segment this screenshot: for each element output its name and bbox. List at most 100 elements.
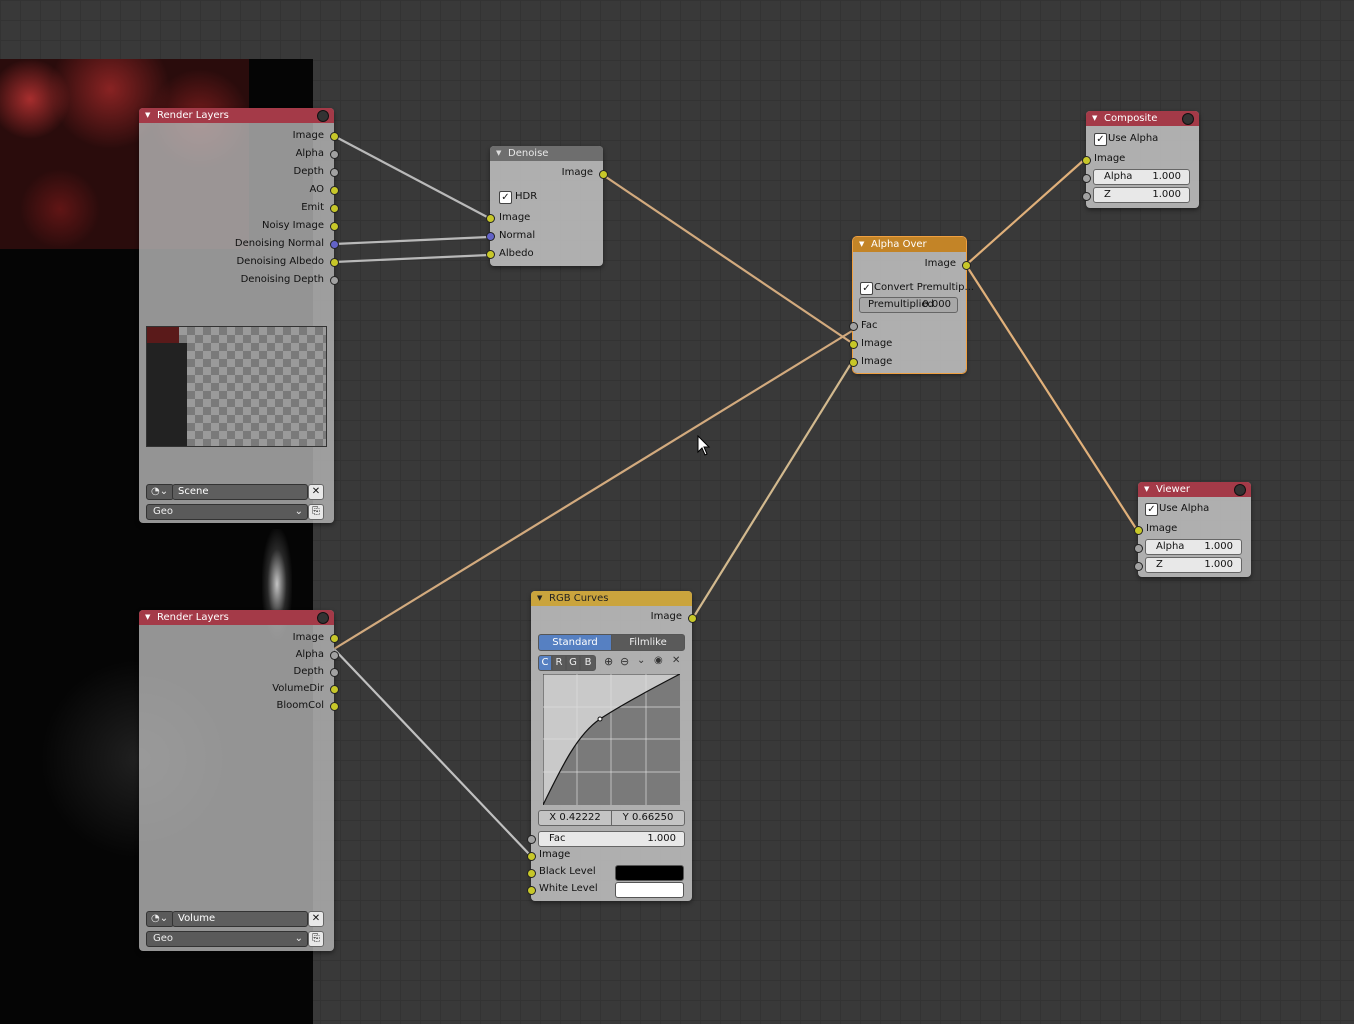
socket-input-image[interactable] xyxy=(1134,526,1143,535)
copy-layer-icon[interactable]: ⎘ xyxy=(308,931,324,947)
composite-node[interactable]: ▼ Composite ✓ Use Alpha Image Alpha 1.00… xyxy=(1082,111,1199,208)
socket-input-normal[interactable] xyxy=(486,232,495,241)
tab-filmlike[interactable]: Filmlike xyxy=(611,634,685,651)
render-icon[interactable] xyxy=(1182,113,1194,125)
channel-g-button[interactable]: G xyxy=(566,655,580,671)
black-level-swatch[interactable] xyxy=(615,865,684,881)
socket-denoising-depth[interactable] xyxy=(330,276,339,285)
collapse-icon[interactable]: ▼ xyxy=(145,610,150,625)
z-value: 1.000 xyxy=(1152,189,1181,200)
curve-editor[interactable] xyxy=(543,674,680,805)
clip-icon[interactable]: ◉ xyxy=(654,655,663,666)
socket-depth[interactable] xyxy=(330,168,339,177)
socket-input-fac[interactable] xyxy=(849,322,858,331)
z-field[interactable]: Z 1.000 xyxy=(1145,557,1242,573)
collapse-icon[interactable]: ▼ xyxy=(537,591,542,606)
render-layers-node-2[interactable]: ▼ Render Layers Image Alpha Depth Volume… xyxy=(139,610,339,951)
scene-browse-icon[interactable]: ◔⌄ xyxy=(146,484,174,500)
socket-white-level[interactable] xyxy=(527,886,536,895)
socket-output-image[interactable] xyxy=(688,614,697,623)
socket-output-image[interactable] xyxy=(599,170,608,179)
collapse-icon[interactable]: ▼ xyxy=(496,146,501,161)
render-icon[interactable] xyxy=(317,612,329,624)
fac-field[interactable]: Fac 1.000 xyxy=(538,831,685,847)
hdr-checkbox[interactable]: ✓ xyxy=(499,191,512,204)
collapse-icon[interactable]: ▼ xyxy=(145,108,150,123)
curve-y-field[interactable]: Y 0.66250 xyxy=(611,810,685,826)
channel-r-button[interactable]: R xyxy=(552,655,566,671)
denoise-node[interactable]: ▼ Denoise Image ✓ HDR Image Normal Albed… xyxy=(486,146,608,266)
collapse-icon[interactable]: ▼ xyxy=(1092,111,1097,126)
socket-input-image[interactable] xyxy=(486,214,495,223)
node-header[interactable]: ▼ Alpha Over xyxy=(853,237,966,252)
output-alpha-label: Alpha xyxy=(295,649,324,660)
socket-alpha[interactable] xyxy=(330,150,339,159)
curve-point[interactable] xyxy=(597,716,603,722)
copy-layer-icon[interactable]: ⎘ xyxy=(308,504,324,520)
chevron-down-icon[interactable]: ⌄ xyxy=(637,655,645,666)
socket-depth[interactable] xyxy=(330,668,339,677)
render-layers-node-1[interactable]: ▼ Render Layers Image Alpha Depth AO Emi… xyxy=(139,108,339,523)
channel-b-button[interactable]: B xyxy=(580,655,596,671)
socket-volumedir[interactable] xyxy=(330,685,339,694)
socket-input-image-1[interactable] xyxy=(849,340,858,349)
clear-scene-icon[interactable]: ✕ xyxy=(308,484,324,500)
render-icon[interactable] xyxy=(1234,484,1246,496)
use-alpha-checkbox[interactable]: ✓ xyxy=(1145,503,1158,516)
socket-bloomcol[interactable] xyxy=(330,702,339,711)
layer-select[interactable]: Geo ⌄ xyxy=(146,504,308,520)
node-header[interactable]: ▼ Denoise xyxy=(490,146,603,161)
socket-black-level[interactable] xyxy=(527,869,536,878)
preview-thumbnail xyxy=(146,326,327,447)
close-icon[interactable]: ✕ xyxy=(672,655,680,666)
socket-emit[interactable] xyxy=(330,204,339,213)
socket-input-image[interactable] xyxy=(527,852,536,861)
alpha-over-node[interactable]: ▼ Alpha Over Image ✓ Convert Premultip..… xyxy=(849,236,974,374)
scene-browse-icon[interactable]: ◔⌄ xyxy=(146,911,174,927)
curve-x-field[interactable]: X 0.42222 xyxy=(538,810,612,826)
socket-denoising-albedo[interactable] xyxy=(330,258,339,267)
node-header[interactable]: ▼ Viewer xyxy=(1138,482,1251,497)
node-header[interactable]: ▼ Composite xyxy=(1086,111,1199,126)
socket-input-alpha[interactable] xyxy=(1082,174,1091,183)
input-fac-label: Fac xyxy=(861,320,878,331)
socket-denoising-normal[interactable] xyxy=(330,240,339,249)
socket-input-alpha[interactable] xyxy=(1134,544,1143,553)
tab-standard[interactable]: Standard xyxy=(538,634,612,651)
premultiplied-field[interactable]: Premultiplied 0.000 xyxy=(859,297,958,313)
node-header[interactable]: ▼ RGB Curves xyxy=(531,591,692,606)
layer-select[interactable]: Geo ⌄ xyxy=(146,931,308,947)
use-alpha-checkbox[interactable]: ✓ xyxy=(1094,133,1107,146)
viewer-node[interactable]: ▼ Viewer ✓ Use Alpha Image Alpha 1.000 Z… xyxy=(1134,482,1251,577)
clear-scene-icon[interactable]: ✕ xyxy=(308,911,324,927)
alpha-field[interactable]: Alpha 1.000 xyxy=(1145,539,1242,555)
collapse-icon[interactable]: ▼ xyxy=(859,237,864,252)
preview-image-part xyxy=(147,327,179,343)
socket-noisy-image[interactable] xyxy=(330,222,339,231)
scene-field[interactable]: Volume xyxy=(172,911,308,927)
render-icon[interactable] xyxy=(317,110,329,122)
convert-premultiplied-checkbox[interactable]: ✓ xyxy=(860,282,873,295)
socket-input-z[interactable] xyxy=(1134,562,1143,571)
white-level-swatch[interactable] xyxy=(615,882,684,898)
socket-input-albedo[interactable] xyxy=(486,250,495,259)
socket-input-fac[interactable] xyxy=(527,835,536,844)
zoom-in-icon[interactable]: ⊕ xyxy=(604,655,613,668)
collapse-icon[interactable]: ▼ xyxy=(1144,482,1149,497)
node-header[interactable]: ▼ Render Layers xyxy=(139,108,334,123)
socket-alpha[interactable] xyxy=(330,651,339,660)
socket-input-image[interactable] xyxy=(1082,156,1091,165)
socket-input-z[interactable] xyxy=(1082,192,1091,201)
zoom-out-icon[interactable]: ⊖ xyxy=(620,655,629,668)
z-field[interactable]: Z 1.000 xyxy=(1093,187,1190,203)
channel-c-button[interactable]: C xyxy=(538,655,552,671)
socket-image[interactable] xyxy=(330,634,339,643)
socket-input-image-2[interactable] xyxy=(849,358,858,367)
socket-ao[interactable] xyxy=(330,186,339,195)
scene-field[interactable]: Scene xyxy=(172,484,308,500)
socket-output-image[interactable] xyxy=(962,261,971,270)
alpha-field[interactable]: Alpha 1.000 xyxy=(1093,169,1190,185)
node-header[interactable]: ▼ Render Layers xyxy=(139,610,334,625)
socket-image[interactable] xyxy=(330,132,339,141)
rgb-curves-node[interactable]: ▼ RGB Curves Image Standard Filmlike C R… xyxy=(527,591,697,901)
